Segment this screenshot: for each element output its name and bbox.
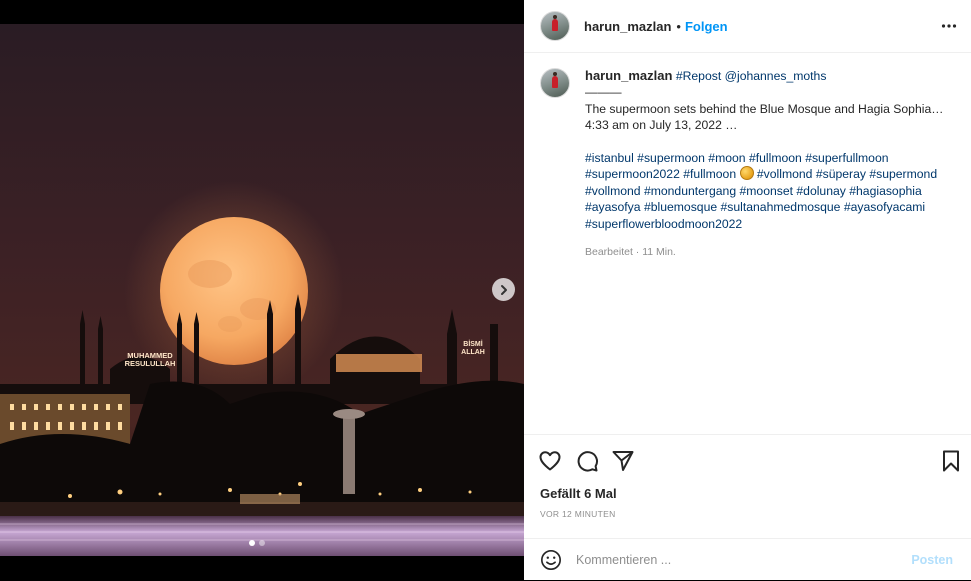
comment-section: Posten xyxy=(524,538,971,581)
post-photo: MUHAMMED RESULULLAH BİSMİ ALLAH xyxy=(0,24,524,556)
caption: harun_mazlan #Repost @johannes_moths ———… xyxy=(585,68,957,260)
full-moon-emoji-icon xyxy=(739,166,754,181)
paper-plane-icon[interactable] xyxy=(611,449,635,473)
more-horizontal-icon[interactable] xyxy=(941,18,957,34)
post-details-panel: harun_mazlan • Folgen harun_mazlan #Repo… xyxy=(524,0,971,580)
caption-divider: ——— xyxy=(585,85,622,100)
separator-dot: • xyxy=(676,18,681,34)
mention-link[interactable]: @johannes_moths xyxy=(725,69,827,83)
illuminated-sign-line2: RESULULLAH xyxy=(125,359,176,368)
comment-bubble-icon[interactable] xyxy=(575,449,599,473)
hashtag-repost[interactable]: #Repost xyxy=(676,69,721,83)
caption-username[interactable]: harun_mazlan xyxy=(585,68,672,83)
bookmark-icon[interactable] xyxy=(939,449,963,473)
heart-icon[interactable] xyxy=(538,449,562,473)
caption-text-line2: 4:33 am on July 13, 2022 … xyxy=(585,118,738,133)
carousel-dot-active xyxy=(249,540,255,546)
follow-button[interactable]: Folgen xyxy=(685,19,728,34)
edited-timestamp: Bearbeitet · 11 Min. xyxy=(585,246,676,259)
moon xyxy=(160,217,308,365)
comment-input[interactable] xyxy=(574,552,906,568)
post-media: MUHAMMED RESULULLAH BİSMİ ALLAH xyxy=(0,0,524,580)
chevron-right-icon xyxy=(500,284,507,295)
author-username[interactable]: harun_mazlan xyxy=(584,19,671,34)
post-header: harun_mazlan • Folgen xyxy=(524,0,971,53)
post-comment-button[interactable]: Posten xyxy=(905,552,959,568)
likes-count[interactable]: Gefällt 6 Mal xyxy=(540,486,617,501)
avatar[interactable] xyxy=(540,11,570,41)
actions-section: Gefällt 6 Mal VOR 12 MINUTEN xyxy=(524,434,971,539)
illuminated-sign-right2: ALLAH xyxy=(461,349,485,356)
carousel-dot xyxy=(259,540,265,546)
smiley-icon[interactable] xyxy=(540,549,562,571)
carousel-indicator xyxy=(249,540,265,546)
caption-avatar[interactable] xyxy=(540,68,570,98)
caption-area: harun_mazlan #Repost @johannes_moths ———… xyxy=(524,53,971,433)
illuminated-sign-right1: BİSMİ xyxy=(463,340,483,348)
post-time: VOR 12 MINUTEN xyxy=(540,509,616,519)
caption-text-line1: The supermoon sets behind the Blue Mosqu… xyxy=(585,101,944,116)
next-photo-button[interactable] xyxy=(492,278,515,301)
